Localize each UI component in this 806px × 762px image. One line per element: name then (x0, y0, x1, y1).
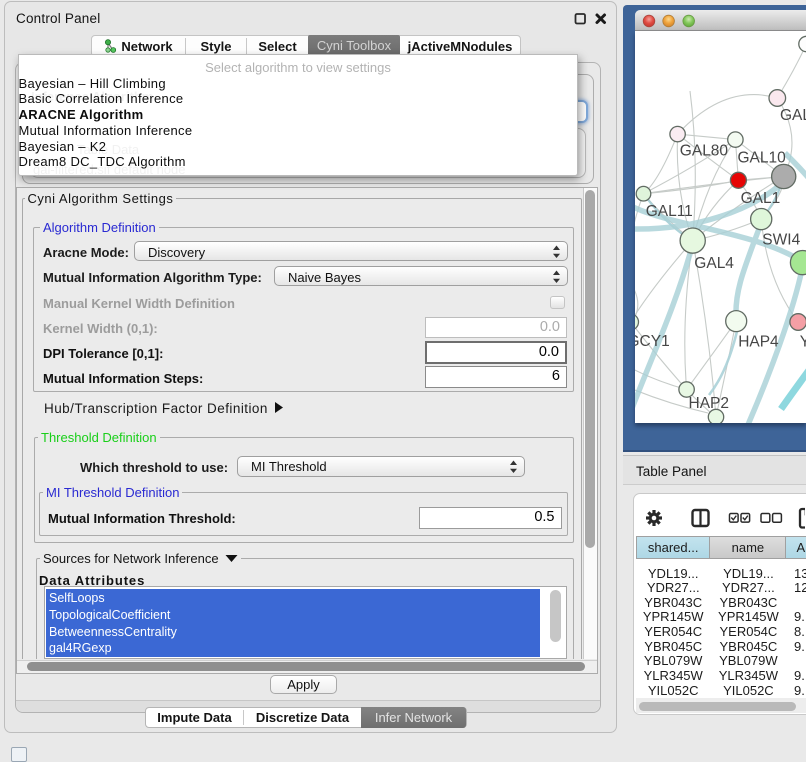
svg-text:HAP2: HAP2 (689, 395, 730, 412)
svg-text:GAL7: GAL7 (780, 107, 806, 124)
svg-text:HAP4: HAP4 (738, 334, 779, 351)
svg-text:SWI4: SWI4 (762, 232, 800, 249)
svg-text:GAL4: GAL4 (694, 255, 734, 272)
svg-text:GAL80: GAL80 (680, 143, 729, 160)
svg-text:GAL1: GAL1 (741, 190, 781, 207)
svg-text:GCY1: GCY1 (635, 333, 670, 350)
svg-text:GAL10: GAL10 (738, 150, 787, 167)
svg-text:YER: YER (800, 334, 806, 351)
svg-text:GAL11: GAL11 (646, 203, 693, 220)
